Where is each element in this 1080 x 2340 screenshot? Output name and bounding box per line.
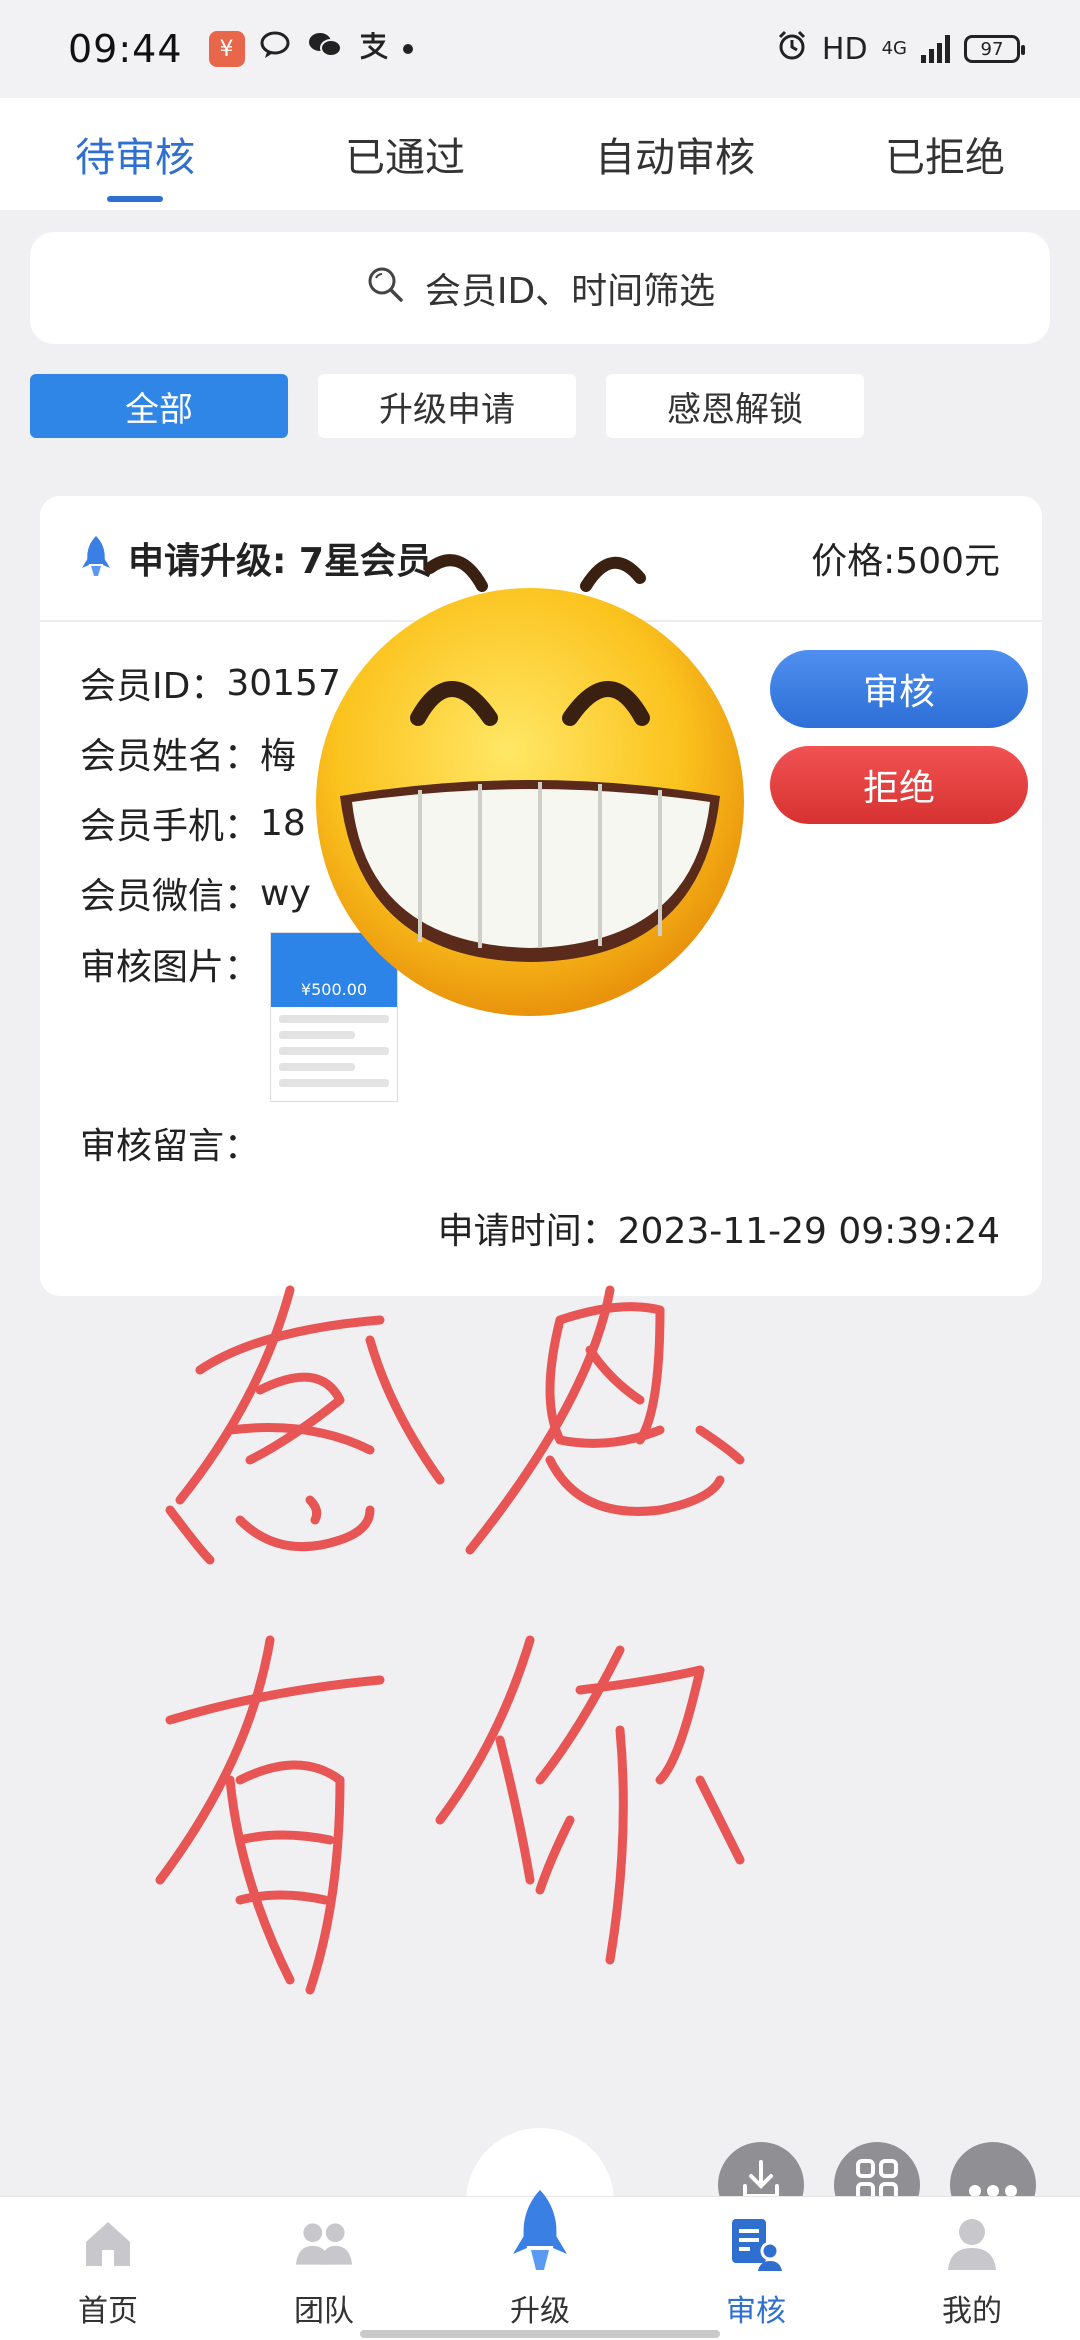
hd-label: HD (821, 31, 868, 67)
apply-time: 申请时间：2023-11-29 09:39:24 (437, 1211, 1000, 1252)
tab-pending[interactable]: 待审核 (0, 98, 270, 210)
team-icon (294, 2214, 354, 2274)
app-badge-icon: ¥ (208, 31, 245, 67)
filter-upgrade[interactable]: 升级申请 (318, 374, 576, 438)
handwritten-text (155, 1285, 745, 1995)
home-indicator (360, 2330, 720, 2338)
review-image-label: 审核图片： (80, 947, 261, 988)
reject-button[interactable]: 拒绝 (770, 746, 1028, 824)
filter-unlock[interactable]: 感恩解锁 (606, 374, 864, 438)
grinning-emoji-sticker (316, 554, 744, 1016)
alarm-icon (776, 29, 808, 69)
tab-rejected[interactable]: 已拒绝 (810, 98, 1080, 210)
system-status: HD 4G 97 (776, 29, 1025, 69)
filter-all[interactable]: 全部 (30, 374, 288, 438)
nav-home[interactable]: 首页 (0, 2197, 216, 2340)
review-message-row: 审核留言： (80, 1108, 398, 1178)
member-phone-label: 会员手机： (80, 806, 261, 847)
wechat-icon (307, 30, 343, 68)
network-label: 4G (881, 38, 907, 59)
review-message-label: 审核留言： (80, 1126, 261, 1167)
review-tabs: 待审核 已通过 自动审核 已拒绝 (0, 98, 1080, 210)
signal-icon (921, 35, 950, 63)
nav-team[interactable]: 团队 (216, 2197, 432, 2340)
member-id-label: 会员ID： (80, 666, 227, 707)
nav-review-label: 审核 (726, 2294, 786, 2329)
bottom-nav: 首页 团队 升级 审核 我的 (0, 2190, 1080, 2340)
status-bar: 09:44 ¥ HD 4G 97 (0, 0, 1080, 98)
notification-icons: ¥ (208, 30, 413, 68)
thumbnail-line (279, 1047, 390, 1055)
nav-home-label: 首页 (78, 2294, 138, 2329)
approve-button[interactable]: 审核 (770, 650, 1028, 728)
dot-icon (402, 44, 413, 54)
nav-review[interactable]: 审核 (648, 2197, 864, 2340)
rocket-icon (80, 534, 112, 582)
nav-upgrade-label: 升级 (510, 2294, 570, 2329)
tab-auto-review[interactable]: 自动审核 (540, 98, 810, 210)
nav-team-label: 团队 (294, 2294, 354, 2329)
rocket-icon (505, 2188, 575, 2274)
thumbnail-line (279, 1079, 390, 1087)
alipay-icon (357, 30, 389, 68)
member-name-label: 会员姓名： (80, 736, 261, 777)
battery-level: 97 (980, 38, 1004, 60)
member-wechat-label: 会员微信： (80, 876, 261, 917)
person-icon (942, 2214, 1002, 2274)
tab-approved[interactable]: 已通过 (270, 98, 540, 210)
thumbnail-line (279, 1031, 355, 1039)
filter-bar: 全部 升级申请 感恩解锁 (30, 374, 864, 438)
nav-mine-label: 我的 (942, 2294, 1002, 2329)
status-time: 09:44 (68, 27, 183, 71)
chat-bubble-icon (259, 30, 293, 68)
review-doc-icon (726, 2214, 786, 2274)
search-placeholder: 会员ID、时间筛选 (424, 271, 716, 312)
home-icon (78, 2214, 138, 2274)
battery-icon: 97 (964, 35, 1025, 63)
search-icon (365, 264, 405, 313)
card-price: 价格:500元 (811, 541, 1000, 582)
thumbnail-line (279, 1063, 355, 1071)
nav-upgrade[interactable]: 升级 (432, 2190, 648, 2340)
nav-mine[interactable]: 我的 (864, 2197, 1080, 2340)
search-input[interactable]: 会员ID、时间筛选 (30, 232, 1050, 344)
